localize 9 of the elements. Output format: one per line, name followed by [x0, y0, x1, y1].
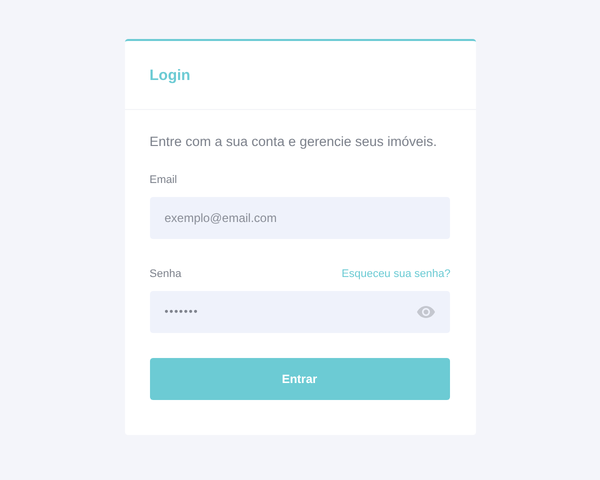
field-label: Senha [150, 268, 182, 280]
forgot-password-link[interactable]: Esqueceu sua senha? [342, 268, 450, 280]
intro-text: Entre com a sua conta e gerencie seus imóveis. [150, 134, 438, 149]
email-field[interactable]: exemplo@email.com [150, 197, 450, 239]
login-button[interactable]: Entrar [150, 358, 450, 400]
eye-icon[interactable] [416, 306, 434, 318]
field-label: Email [150, 174, 178, 186]
card-title: Login [150, 66, 190, 84]
password-field[interactable]: ••••••• [150, 291, 450, 333]
